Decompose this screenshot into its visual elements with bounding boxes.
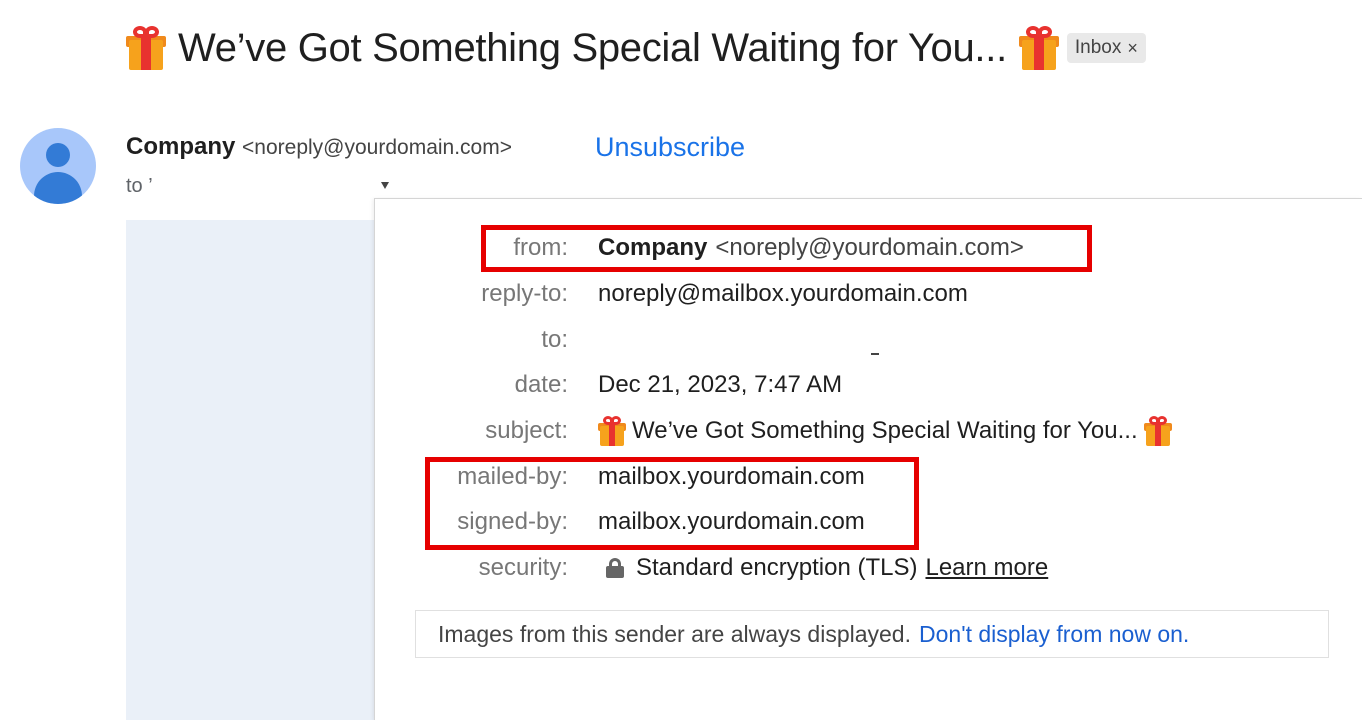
detail-row-reply-to: reply-to: noreply@mailbox.yourdomain.com — [375, 271, 1362, 317]
gift-icon — [126, 26, 166, 70]
security-label: security: — [478, 554, 568, 581]
to-prefix: to — [126, 175, 143, 197]
redacted-recipient-mark — [871, 353, 879, 355]
date-value: Dec 21, 2023, 7:47 AM — [598, 371, 843, 398]
learn-more-link[interactable]: Learn more — [925, 554, 1048, 582]
gift-icon — [1143, 416, 1172, 446]
images-display-notice: Images from this sender are always displ… — [415, 610, 1329, 658]
email-subject-title: We’ve Got Something Special Waiting for … — [178, 25, 1007, 70]
detail-row-to: to: — [375, 317, 1362, 363]
recipient-line: to ’ — [126, 175, 153, 198]
to-value: ’ — [148, 175, 153, 197]
remove-label-icon[interactable]: × — [1127, 38, 1138, 59]
security-value: Standard encryption (TLS) Learn more — [598, 554, 1048, 582]
sender-address: <noreply@yourdomain.com> — [242, 136, 512, 159]
reply-to-value: noreply@mailbox.yourdomain.com — [598, 280, 968, 307]
avatar-head-shape — [46, 143, 70, 167]
date-label: date: — [514, 371, 568, 398]
subject-value-text: We’ve Got Something Special Waiting for … — [632, 417, 1138, 444]
detail-row-security: security: Standard encryption (TLS) Lear… — [375, 545, 1362, 591]
lock-icon — [606, 558, 624, 578]
detail-row-date: date: Dec 21, 2023, 7:47 AM — [375, 362, 1362, 408]
gift-icon — [598, 416, 626, 446]
sender-line: Company <noreply@yourdomain.com> — [126, 133, 512, 161]
security-value-text: Standard encryption (TLS) — [636, 554, 918, 581]
message-body-background — [126, 220, 376, 720]
unsubscribe-link[interactable]: Unsubscribe — [595, 132, 745, 163]
mailed-signed-highlight-box — [425, 457, 919, 550]
sender-avatar[interactable] — [20, 128, 96, 204]
inbox-label-chip[interactable]: Inbox × — [1066, 33, 1146, 63]
detail-row-subject: subject: We’ve Got Something Special Wai… — [375, 408, 1362, 454]
dont-display-images-link[interactable]: Don't display from now on. — [919, 621, 1189, 648]
subject-value: We’ve Got Something Special Waiting for … — [598, 416, 1172, 446]
inbox-label-text: Inbox — [1074, 37, 1122, 58]
reply-to-label: reply-to: — [481, 280, 568, 307]
subject-label: subject: — [485, 417, 568, 444]
from-highlight-box — [481, 225, 1092, 272]
sender-name: Company — [126, 133, 236, 160]
email-subject-header: We’ve Got Something Special Waiting for … — [126, 18, 1146, 78]
avatar-body-shape — [34, 172, 82, 204]
to-label: to: — [541, 326, 568, 353]
gift-icon — [1018, 26, 1059, 70]
message-details-popup: from: Company <noreply@yourdomain.com> r… — [374, 198, 1362, 720]
images-notice-text: Images from this sender are always displ… — [438, 620, 911, 647]
show-details-chevron-icon[interactable] — [381, 182, 389, 189]
